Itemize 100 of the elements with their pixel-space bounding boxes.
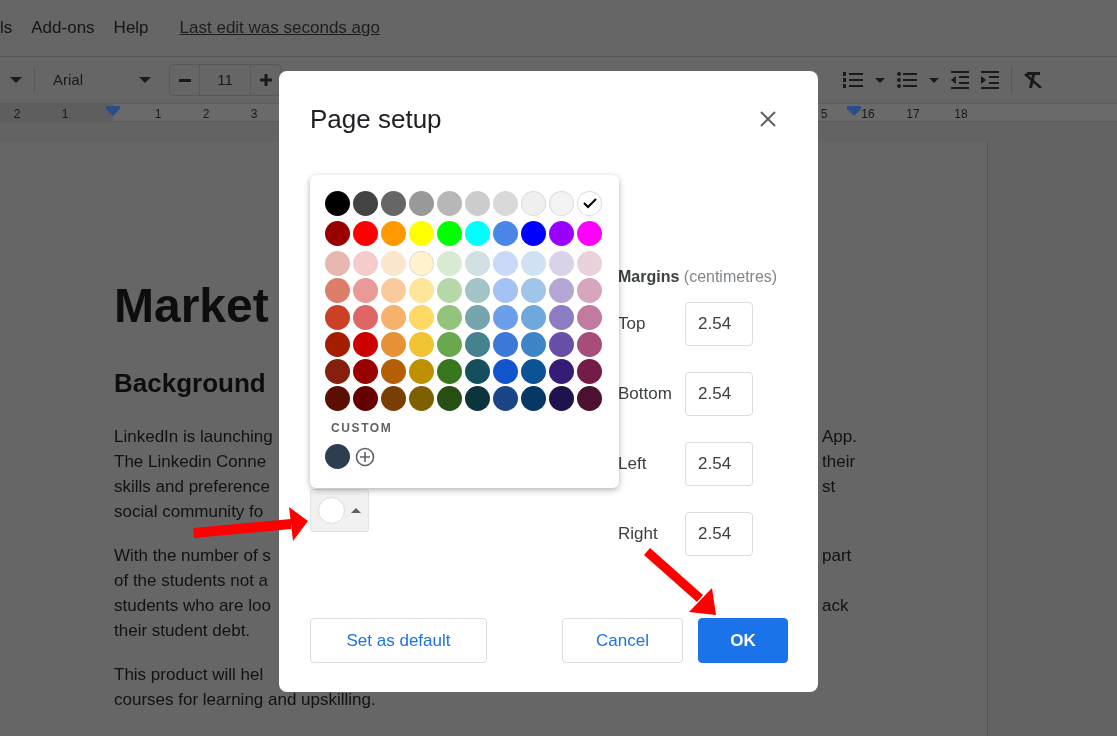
- color-swatch[interactable]: [409, 251, 434, 276]
- color-swatch[interactable]: [549, 359, 574, 384]
- color-swatch[interactable]: [437, 359, 462, 384]
- color-swatch[interactable]: [381, 359, 406, 384]
- dropdown-caret-icon[interactable]: [875, 77, 885, 83]
- color-swatch[interactable]: [493, 359, 518, 384]
- color-swatch[interactable]: [381, 221, 406, 246]
- color-swatch[interactable]: [549, 191, 574, 216]
- color-swatch[interactable]: [325, 332, 350, 357]
- color-swatch[interactable]: [465, 332, 490, 357]
- color-swatch[interactable]: [409, 386, 434, 411]
- color-swatch[interactable]: [549, 221, 574, 246]
- color-swatch[interactable]: [521, 278, 546, 303]
- color-swatch[interactable]: [409, 278, 434, 303]
- color-swatch[interactable]: [493, 221, 518, 246]
- numbered-list-icon[interactable]: [843, 71, 863, 89]
- color-swatch[interactable]: [521, 221, 546, 246]
- color-swatch[interactable]: [521, 305, 546, 330]
- dropdown-caret-icon[interactable]: [929, 77, 939, 83]
- color-swatch[interactable]: [437, 221, 462, 246]
- color-swatch[interactable]: [353, 386, 378, 411]
- color-swatch[interactable]: [493, 278, 518, 303]
- decrease-indent-icon[interactable]: [951, 71, 969, 89]
- margin-input[interactable]: 2.54: [685, 442, 753, 486]
- color-swatch[interactable]: [577, 332, 602, 357]
- color-swatch[interactable]: [381, 332, 406, 357]
- color-swatch[interactable]: [465, 191, 490, 216]
- color-swatch[interactable]: [465, 386, 490, 411]
- color-swatch[interactable]: [381, 191, 406, 216]
- color-swatch[interactable]: [493, 332, 518, 357]
- close-icon[interactable]: [760, 111, 776, 127]
- indent-marker-icon[interactable]: [847, 106, 861, 116]
- color-swatch[interactable]: [437, 332, 462, 357]
- color-swatch[interactable]: [353, 221, 378, 246]
- menu-item[interactable]: Help: [113, 15, 149, 41]
- color-swatch[interactable]: [549, 251, 574, 276]
- ok-button[interactable]: OK: [698, 618, 788, 663]
- color-swatch[interactable]: [325, 386, 350, 411]
- color-swatch[interactable]: [493, 305, 518, 330]
- page-color-button[interactable]: [310, 489, 369, 532]
- indent-marker-icon[interactable]: [106, 106, 120, 116]
- color-swatch[interactable]: [325, 444, 350, 469]
- color-swatch[interactable]: [549, 332, 574, 357]
- margin-input[interactable]: 2.54: [685, 372, 753, 416]
- color-swatch[interactable]: [577, 251, 602, 276]
- color-swatch[interactable]: [409, 359, 434, 384]
- color-swatch[interactable]: [353, 359, 378, 384]
- color-swatch[interactable]: [353, 278, 378, 303]
- color-swatch[interactable]: [353, 251, 378, 276]
- color-swatch[interactable]: [409, 221, 434, 246]
- color-swatch[interactable]: [465, 305, 490, 330]
- color-swatch[interactable]: [577, 386, 602, 411]
- color-swatch[interactable]: [437, 191, 462, 216]
- color-swatch[interactable]: [521, 386, 546, 411]
- color-swatch[interactable]: [549, 386, 574, 411]
- color-swatch[interactable]: [381, 305, 406, 330]
- color-swatch[interactable]: [493, 191, 518, 216]
- color-swatch[interactable]: [437, 305, 462, 330]
- color-swatch[interactable]: [353, 332, 378, 357]
- last-edit-link[interactable]: Last edit was seconds ago: [179, 15, 380, 41]
- margin-input[interactable]: 2.54: [685, 302, 753, 346]
- color-swatch[interactable]: [409, 305, 434, 330]
- color-swatch[interactable]: [577, 221, 602, 246]
- menu-item[interactable]: ls: [0, 15, 13, 41]
- clear-formatting-icon[interactable]: [1024, 72, 1042, 88]
- color-swatch[interactable]: [409, 191, 434, 216]
- color-swatch[interactable]: [521, 191, 546, 216]
- color-swatch[interactable]: [325, 251, 350, 276]
- color-swatch[interactable]: [577, 191, 602, 216]
- dropdown-caret-icon[interactable]: [139, 77, 151, 83]
- color-swatch[interactable]: [521, 251, 546, 276]
- font-dropdown[interactable]: Arial: [35, 68, 139, 92]
- bulleted-list-icon[interactable]: [897, 72, 917, 88]
- cancel-button[interactable]: Cancel: [562, 618, 683, 663]
- dropdown-caret-icon[interactable]: [10, 77, 22, 83]
- color-swatch[interactable]: [577, 305, 602, 330]
- color-swatch[interactable]: [437, 386, 462, 411]
- color-swatch[interactable]: [409, 332, 434, 357]
- color-swatch[interactable]: [465, 359, 490, 384]
- color-swatch[interactable]: [325, 278, 350, 303]
- color-swatch[interactable]: [353, 191, 378, 216]
- color-swatch[interactable]: [465, 221, 490, 246]
- color-swatch[interactable]: [353, 305, 378, 330]
- add-icon[interactable]: [355, 446, 375, 467]
- color-swatch[interactable]: [325, 221, 350, 246]
- color-swatch[interactable]: [437, 278, 462, 303]
- color-swatch[interactable]: [577, 359, 602, 384]
- increase-indent-icon[interactable]: [981, 71, 999, 89]
- color-swatch[interactable]: [381, 278, 406, 303]
- color-swatch[interactable]: [465, 278, 490, 303]
- color-swatch[interactable]: [577, 278, 602, 303]
- color-swatch[interactable]: [325, 191, 350, 216]
- color-swatch[interactable]: [465, 251, 490, 276]
- menu-item[interactable]: Add-ons: [31, 15, 95, 41]
- color-swatch[interactable]: [521, 332, 546, 357]
- color-swatch[interactable]: [493, 386, 518, 411]
- color-swatch[interactable]: [381, 251, 406, 276]
- margin-input[interactable]: 2.54: [685, 512, 753, 556]
- color-swatch[interactable]: [437, 251, 462, 276]
- color-swatch[interactable]: [381, 386, 406, 411]
